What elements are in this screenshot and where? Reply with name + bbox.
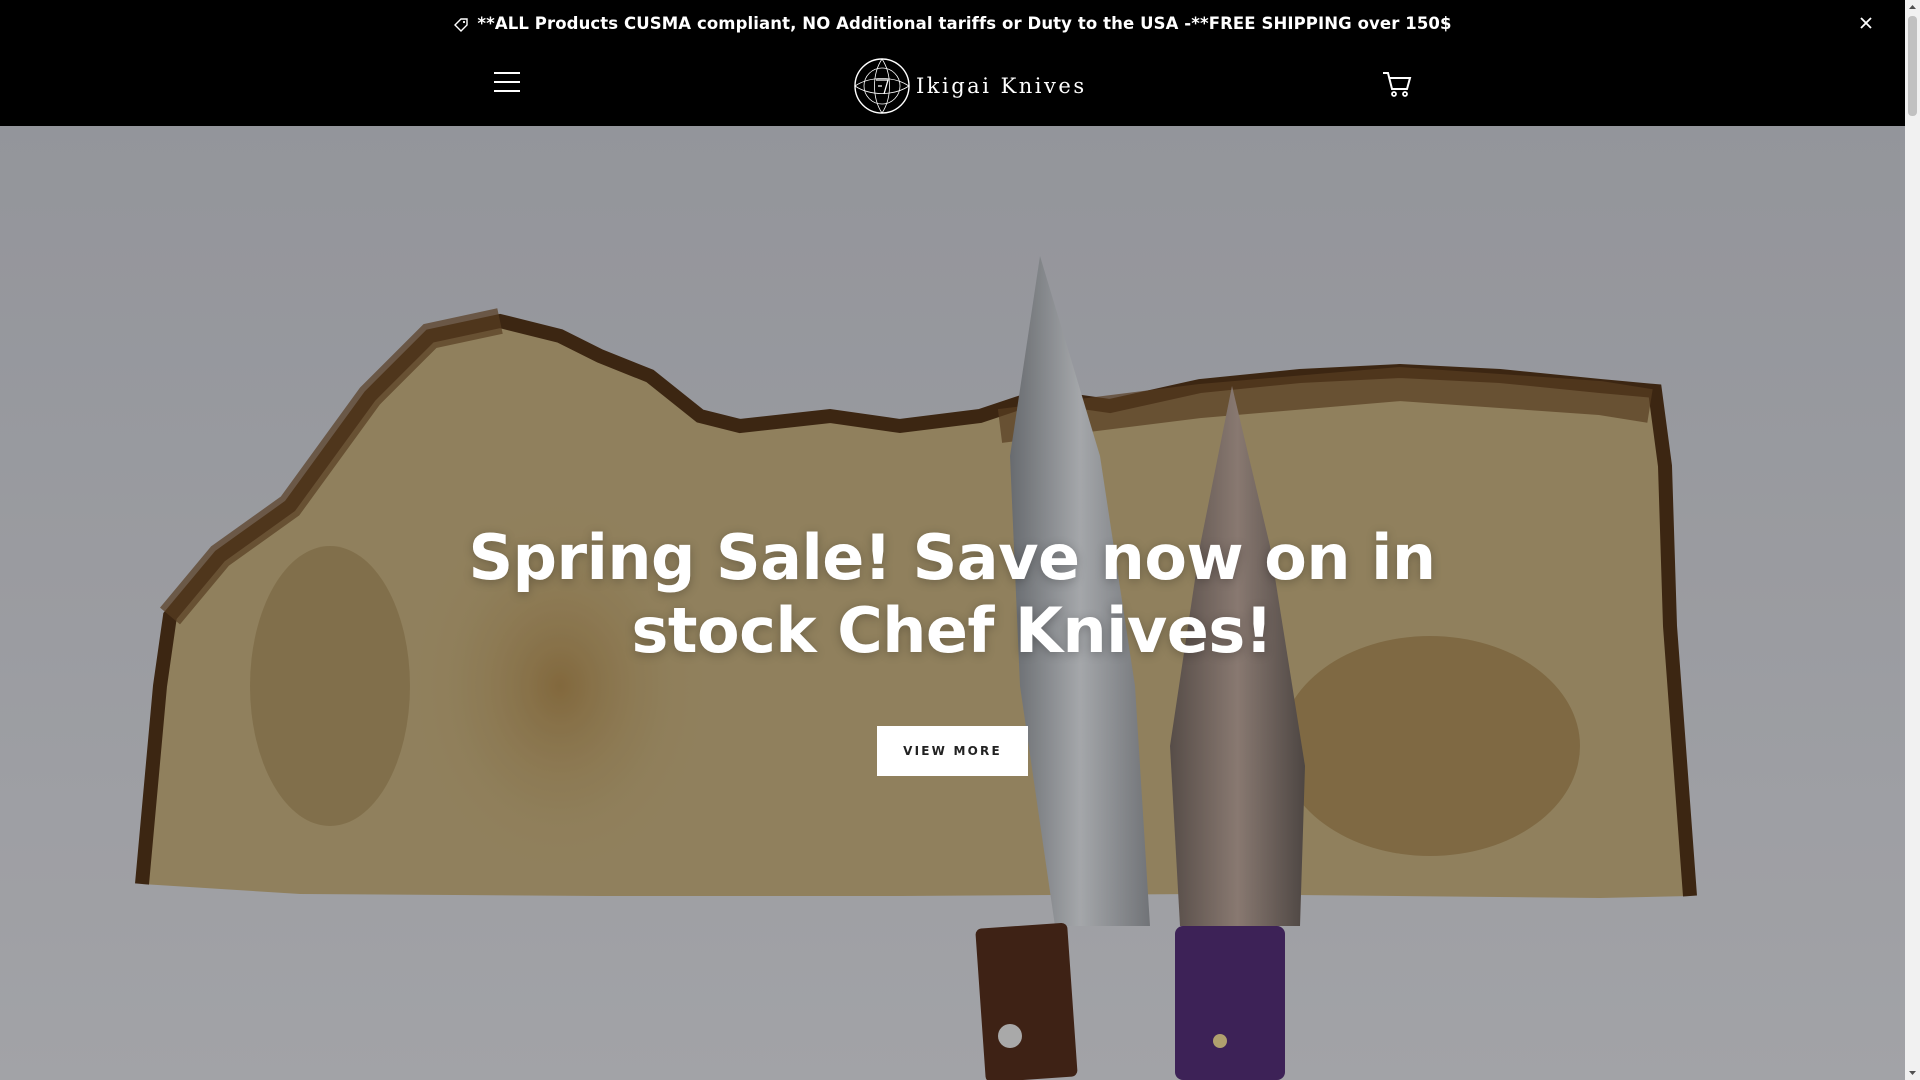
scroll-down-icon[interactable] (1905, 1065, 1920, 1080)
logo-mark-icon (854, 58, 910, 114)
hero-title: Spring Sale! Save now on in stock Chef K… (468, 521, 1436, 667)
hero-banner: Spring Sale! Save now on in stock Chef K… (0, 126, 1905, 1080)
cart-icon[interactable] (1381, 68, 1413, 100)
site-header: Ikigai Knives (0, 46, 1905, 126)
page-scrollbar[interactable] (1905, 0, 1920, 1080)
announcement-text: **ALL Products CUSMA compliant, NO Addit… (477, 13, 1452, 33)
view-more-button[interactable]: VIEW MORE (877, 726, 1028, 776)
logo-text: Ikigai Knives (916, 74, 1087, 98)
announcement-bar: **ALL Products CUSMA compliant, NO Addit… (0, 0, 1905, 46)
scrollbar-thumb[interactable] (1908, 16, 1917, 116)
hamburger-menu-icon[interactable] (494, 72, 522, 98)
tag-icon (454, 17, 469, 32)
close-icon[interactable] (1855, 12, 1877, 34)
site-logo[interactable]: Ikigai Knives (852, 56, 1087, 116)
scroll-up-icon[interactable] (1905, 0, 1920, 15)
